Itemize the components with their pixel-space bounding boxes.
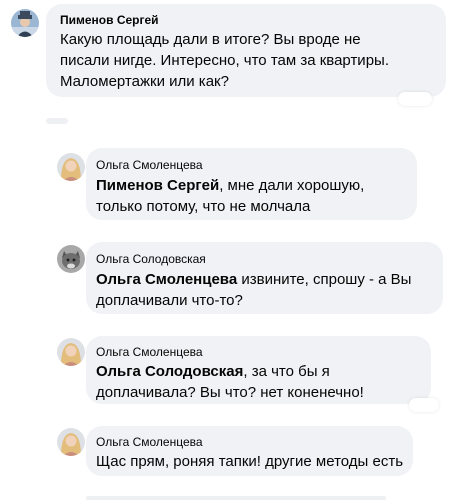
reply-bubble: Ольга Солодовская Ольга Смоленцева извин… (86, 242, 443, 314)
reply-author-avatar[interactable] (57, 428, 85, 456)
reply-mention[interactable]: Ольга Смоленцева (96, 271, 237, 288)
woman-blonde-avatar-icon (57, 428, 85, 456)
comment-actions-row (46, 118, 68, 124)
reply-text: Ольга Смоленцева извините, спрошу - а Вы… (96, 269, 426, 311)
man-with-hat-avatar-icon (11, 9, 39, 37)
cat-avatar-icon (57, 245, 85, 273)
reply-text: Пименов Сергей, мне дали хорошую, только… (96, 175, 407, 217)
reply-author-name[interactable]: Ольга Смоленцева (96, 344, 421, 360)
reply-bubble: Ольга Смоленцева Ольга Солодовская, за ч… (86, 336, 431, 404)
reply-text: Щас прям, роняя тапки! другие методы ест… (96, 453, 404, 470)
reply-text: Ольга Солодовская, за что бы я доплачива… (96, 361, 426, 403)
comment-author-name[interactable]: Пименов Сергей (60, 12, 434, 28)
comment-bubble: Пименов Сергей Какую площадь дали в итог… (46, 4, 446, 97)
next-reply-placeholder (86, 496, 386, 500)
reply-author-avatar[interactable] (57, 245, 85, 273)
reply-mention[interactable]: Пименов Сергей (96, 177, 219, 194)
reply-bubble: Ольга Смоленцева Пименов Сергей, мне дал… (86, 148, 417, 220)
woman-blonde-avatar-icon (57, 153, 85, 181)
woman-blonde-avatar-icon (57, 338, 85, 366)
reply-reaction-indicator[interactable] (409, 398, 439, 412)
reply-bubble: Ольга Смоленцева Щас прям, роняя тапки! … (86, 426, 413, 476)
reply-mention[interactable]: Ольга Солодовская (96, 363, 243, 380)
comment-text: Какую площадь дали в итоге? Вы вроде не … (60, 31, 389, 90)
reply-author-name[interactable]: Ольга Смоленцева (96, 157, 407, 173)
reply-author-avatar[interactable] (57, 338, 85, 366)
reply-author-avatar[interactable] (57, 153, 85, 181)
reply-author-name[interactable]: Ольга Солодовская (96, 251, 433, 267)
comment-reaction-indicator[interactable] (398, 92, 432, 106)
comment-author-avatar[interactable] (11, 9, 39, 37)
reply-author-name[interactable]: Ольга Смоленцева (96, 434, 403, 450)
